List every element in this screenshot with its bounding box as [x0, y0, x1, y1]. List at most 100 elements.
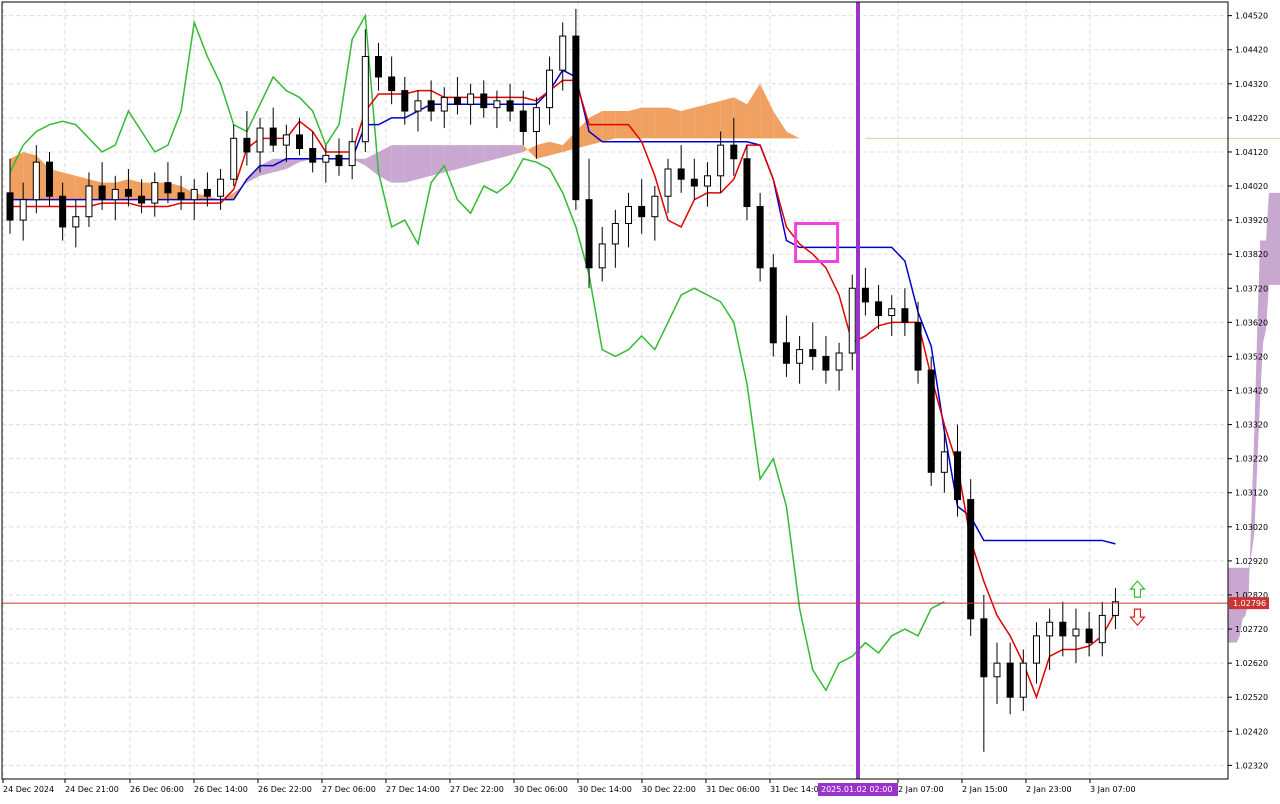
x-tick-label: 30 Dec 22:00 — [642, 785, 696, 794]
candle-body-bear — [980, 618, 988, 678]
x-tick-label: 2 Jan 23:00 — [1026, 785, 1072, 794]
candle-body-bull — [796, 349, 804, 364]
x-tick-label: 26 Dec 22:00 — [258, 785, 312, 794]
candle-body-bear — [98, 185, 106, 201]
candle-body-bull — [993, 662, 1001, 678]
candle-body-bear — [388, 76, 396, 92]
candle — [927, 356, 935, 486]
candle-body-bull — [467, 93, 475, 105]
candle — [572, 8, 580, 210]
candle-body-bull — [559, 35, 567, 71]
y-tick-label: 1.04020 — [1235, 182, 1268, 191]
y-tick-label: 1.03120 — [1235, 489, 1268, 498]
candle-body-bear — [243, 137, 251, 153]
candle-body-bull — [19, 199, 27, 221]
candle-body-bull — [493, 100, 501, 109]
candle-body-bull — [85, 185, 93, 218]
candle-body-bear — [875, 301, 883, 317]
candle-body-bull — [546, 69, 554, 109]
candle-body-bull — [322, 154, 330, 163]
cloud-segment — [707, 100, 721, 139]
candle-body-bull — [1098, 614, 1106, 644]
cloud-segment — [404, 145, 418, 183]
y-tick-label: 1.02920 — [1235, 557, 1268, 566]
candle-body-bull — [611, 223, 619, 245]
candle-body-bear — [585, 199, 593, 269]
candle-body-bear — [6, 192, 14, 221]
candle-body-bear — [177, 192, 185, 201]
candle-body-bear — [1059, 621, 1067, 637]
chart-container[interactable]: 1.04520 1.04420 1.04320 1.04220 1.04120 1.040… — [0, 0, 1280, 800]
candle-body-bull — [625, 205, 633, 225]
highlight-time-label: 2025.01.02 02:00 — [821, 785, 892, 794]
candle-body-bear — [401, 90, 409, 112]
y-tick-label: 1.04220 — [1235, 114, 1268, 123]
cloud-segment — [668, 107, 682, 139]
y-tick-label: 1.03220 — [1235, 455, 1268, 464]
candle-body-bear — [164, 182, 172, 194]
y-tick-label: 1.03520 — [1235, 352, 1268, 361]
cloud-segment — [733, 97, 747, 139]
y-tick-label: 1.02720 — [1235, 625, 1268, 634]
x-tick-label: 24 Dec 21:00 — [65, 785, 119, 794]
candle-body-bear — [59, 195, 67, 228]
candle-body-bull — [848, 287, 856, 354]
y-tick-label: 1.04420 — [1235, 46, 1268, 55]
candle-body-bull — [217, 178, 225, 197]
candle-body-bear — [809, 349, 817, 357]
candle-body-bull — [717, 144, 725, 177]
cloud-segment — [694, 104, 708, 139]
cloud-segment — [654, 107, 668, 139]
candle-body-bull — [703, 175, 711, 187]
y-tick-label: 1.04120 — [1235, 148, 1268, 157]
candle-body-bull — [414, 100, 422, 112]
x-tick-label: 27 Dec 06:00 — [322, 785, 376, 794]
candle-body-bull — [256, 127, 264, 153]
cloud-segment — [457, 145, 471, 169]
y-tick-label: 1.03420 — [1235, 387, 1268, 396]
candle-body-bear — [1085, 628, 1093, 644]
y-tick-label: 1.02620 — [1235, 659, 1268, 668]
candle-body-bear — [269, 127, 277, 146]
candle-body-bull — [598, 243, 606, 269]
candle-body-bear — [1006, 662, 1014, 698]
cloud-segment — [720, 97, 734, 139]
current-price-label: 1.02796 — [1233, 599, 1266, 608]
candle-body-bear — [954, 451, 962, 501]
candle-body-bull — [32, 161, 40, 201]
x-tick-label: 26 Dec 06:00 — [130, 785, 184, 794]
candle-body-bull — [1072, 628, 1080, 637]
candle — [967, 479, 975, 636]
x-tick-label: 26 Dec 14:00 — [194, 785, 248, 794]
candle-body-bear — [743, 158, 751, 207]
y-tick-label: 1.03620 — [1235, 318, 1268, 327]
y-tick-label: 1.02320 — [1235, 761, 1268, 770]
cloud-segment — [602, 111, 616, 142]
candle-body-bear — [782, 342, 790, 364]
y-tick-label: 1.03020 — [1235, 523, 1268, 532]
candle-body-bull — [940, 451, 948, 473]
ichimoku-chart[interactable]: 1.04520 1.04420 1.04320 1.04220 1.04120 1.040… — [0, 0, 1280, 800]
candle-body-bear — [138, 195, 146, 204]
x-tick-label: 27 Dec 14:00 — [386, 785, 440, 794]
x-tick-label: 2 Jan 07:00 — [898, 785, 944, 794]
x-tick-label: 30 Dec 06:00 — [514, 785, 568, 794]
candle-body-bear — [203, 188, 211, 197]
cloud-segment — [681, 107, 695, 139]
candle-body-bear — [769, 267, 777, 344]
y-tick-label: 1.02520 — [1235, 693, 1268, 702]
x-tick-label: 2 Jan 15:00 — [962, 785, 1008, 794]
candle-body-bear — [822, 355, 830, 371]
y-tick-label: 1.03320 — [1235, 421, 1268, 430]
candle-body-bull — [1046, 621, 1054, 637]
candle-body-bull — [190, 188, 198, 201]
candle-body-bear — [296, 134, 304, 150]
x-tick-label: 31 Dec 06:00 — [706, 785, 760, 794]
candle-body-bear — [967, 499, 975, 620]
candle-body-bear — [309, 148, 317, 163]
candle-body-bull — [348, 141, 356, 167]
candle — [756, 192, 764, 282]
y-tick-label: 1.03820 — [1235, 250, 1268, 259]
candle-body-bear — [927, 369, 935, 473]
cloud-segment — [417, 145, 432, 180]
